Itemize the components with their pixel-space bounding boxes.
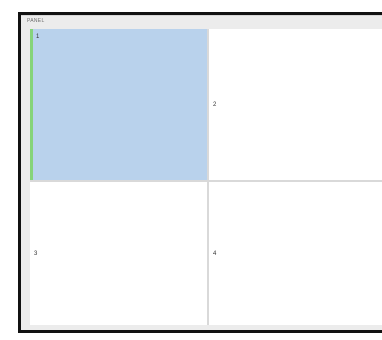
panel: PANEL 1 2 3 4 [21, 15, 382, 330]
cell-label: 2 [213, 101, 217, 108]
cell-grid: 1 2 3 4 [30, 29, 382, 325]
selection-accent-bar [30, 29, 33, 180]
window-frame: PANEL 1 2 3 4 [18, 12, 382, 333]
grid-cell-2[interactable]: 2 [209, 29, 382, 180]
grid-cell-4[interactable]: 4 [209, 182, 382, 325]
cell-label: 1 [36, 34, 40, 40]
cell-label: 3 [34, 250, 38, 257]
grid-cell-1[interactable]: 1 [30, 29, 207, 180]
grid-cell-3[interactable]: 3 [30, 182, 207, 325]
panel-title: PANEL [27, 18, 45, 24]
cell-label: 4 [213, 250, 217, 257]
